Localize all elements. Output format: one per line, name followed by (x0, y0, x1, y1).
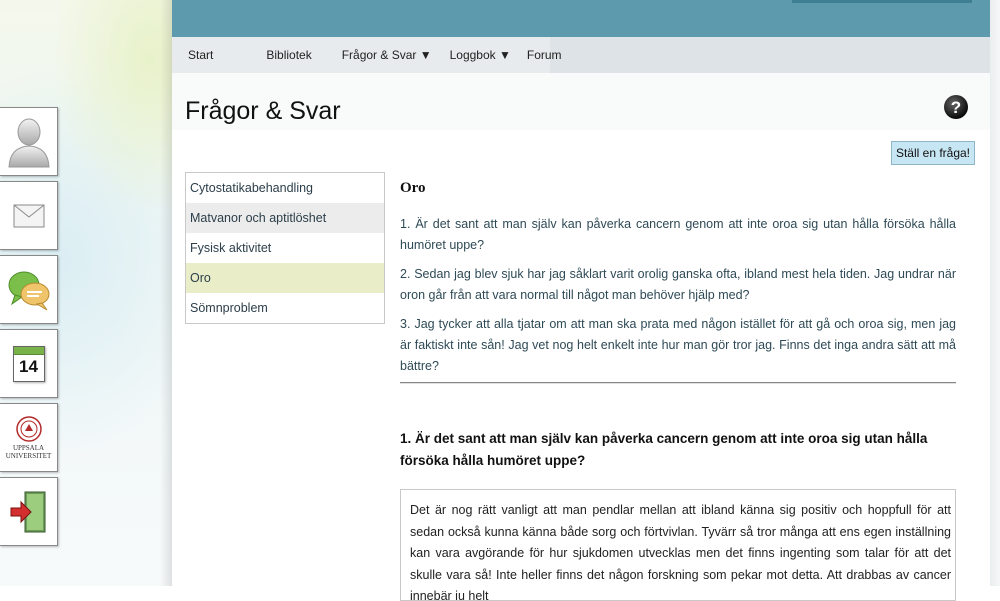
questions-section: Oro 1. Är det sant att man själv kan påv… (400, 180, 956, 384)
left-shadow (160, 0, 172, 586)
divider (400, 382, 956, 384)
uppsala-university-logo (15, 415, 42, 442)
category-list: Cytostatikabehandling Matvanor och aptit… (185, 172, 385, 324)
university-link[interactable]: UPPSALA UNIVERSITET (0, 403, 58, 472)
logout-icon (10, 491, 45, 532)
category-item[interactable]: Matvanor och aptitlöshet (186, 203, 384, 233)
answer-box: Det är nog rätt vanligt att man pendlar … (400, 489, 956, 601)
question-link[interactable]: 3. Jag tycker att alla tjatar om att man… (400, 314, 956, 377)
page-title: Frågor & Svar (185, 97, 341, 125)
user-icon (7, 118, 50, 167)
nav-fragor-svar[interactable]: Frågor & Svar ▼ (312, 48, 432, 62)
university-name-line1: UPPSALA (12, 443, 45, 452)
svg-text:?: ? (951, 98, 961, 117)
question-link[interactable]: 1. Är det sant att man själv kan påverka… (400, 214, 956, 256)
university-name-line2: UNIVERSITET (5, 451, 52, 460)
calendar-day: 14 (19, 356, 38, 376)
answer-text: Det är nog rätt vanligt att man pendlar … (410, 503, 951, 601)
section-heading: Oro (400, 180, 426, 196)
category-item-selected[interactable]: Oro (186, 263, 384, 293)
page-header: Frågor & Svar (172, 73, 990, 130)
calendar-icon: 14 (12, 345, 45, 382)
logout-button[interactable] (0, 477, 58, 546)
nav-forum[interactable]: Forum (511, 48, 562, 62)
nav-bibliotek[interactable]: Bibliotek (213, 48, 311, 62)
category-item[interactable]: Sömnproblem (186, 293, 384, 323)
help-icon: ? (944, 95, 968, 119)
ask-question-button[interactable]: Ställ en fråga! (891, 141, 975, 165)
messages-button[interactable] (0, 181, 58, 250)
help-button[interactable]: ? (943, 94, 969, 125)
answer-title: 1. Är det sant att man själv kan påverka… (400, 431, 928, 468)
nav-start[interactable]: Start (172, 48, 213, 62)
main-area: Start Bibliotek Frågor & Svar ▼ Loggbok … (172, 0, 990, 601)
category-item[interactable]: Cytostatikabehandling (186, 173, 384, 203)
profile-button[interactable] (0, 107, 58, 176)
right-edge (990, 0, 1000, 586)
category-item[interactable]: Fysisk aktivitet (186, 233, 384, 263)
nav-loggbok[interactable]: Loggbok ▼ (432, 48, 511, 62)
chat-icon (8, 271, 49, 310)
calendar-button[interactable]: 14 (0, 329, 58, 398)
top-banner (172, 0, 990, 37)
side-icon-bar: 14 UPPSALA UNIVERSITET (0, 107, 60, 551)
question-link[interactable]: 2. Sedan jag blev sjuk har jag såklart v… (400, 264, 956, 306)
mail-icon (13, 204, 44, 227)
forum-button[interactable] (0, 255, 58, 324)
nav-bar: Start Bibliotek Frågor & Svar ▼ Loggbok … (172, 37, 990, 73)
